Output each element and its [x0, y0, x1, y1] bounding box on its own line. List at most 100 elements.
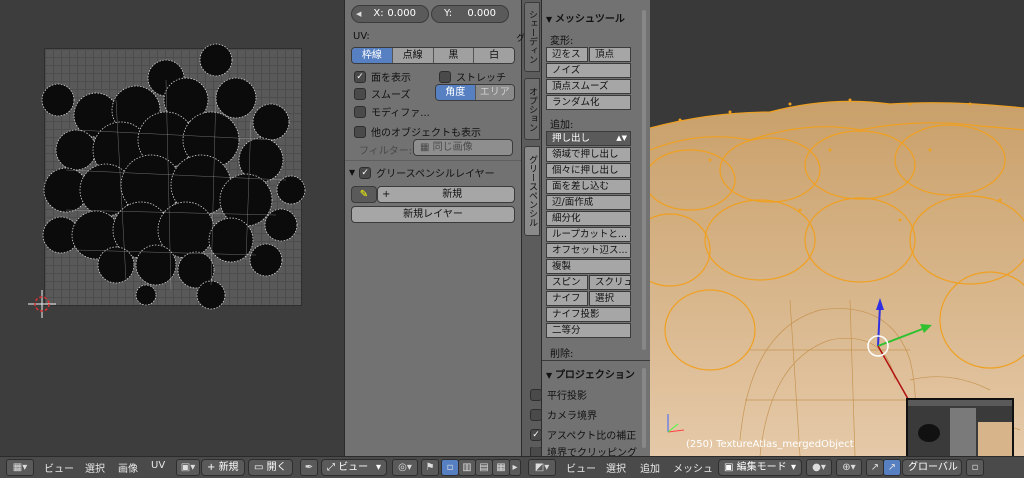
stretch-checkbox[interactable]: ストレッチ: [439, 69, 506, 84]
collapse-arrow-icon: ▼: [546, 371, 555, 380]
stretch-area[interactable]: エリア: [475, 85, 514, 100]
snap-icon[interactable]: ▸: [509, 459, 521, 476]
knife-button[interactable]: ナイフ: [546, 291, 588, 306]
filter-select[interactable]: ▦ 同じ画像: [413, 139, 513, 156]
uv-menu-view[interactable]: ビュー: [44, 460, 74, 475]
checkbox-icon: [354, 125, 366, 138]
layer-icon[interactable]: ▫: [966, 459, 984, 476]
open-image-button[interactable]: ▭ 開く: [248, 459, 293, 476]
stretch-angle[interactable]: 角度: [436, 85, 476, 100]
correct-aspect-checkbox[interactable]: ✓ アスペクト比の補正: [530, 427, 636, 442]
offset-edge-button[interactable]: オフセット辺ス...: [546, 243, 631, 258]
folder-icon: ▭: [254, 462, 267, 473]
editor-type-3d-icon[interactable]: ◩▾: [528, 459, 556, 476]
checkbox-icon: [530, 388, 542, 401]
knife-select-button[interactable]: 選択: [589, 291, 631, 306]
manipulator-toggle-icon[interactable]: ↗: [866, 459, 884, 476]
image-browse-icon[interactable]: ▣▾: [176, 459, 200, 476]
uv-mode-white[interactable]: 白: [474, 48, 514, 63]
extrude-menu[interactable]: 押し出し ▲▼: [546, 131, 631, 146]
stretch-type-selector[interactable]: 角度 エリア: [435, 84, 515, 101]
tab-grease-pencil[interactable]: グリースペンシル: [524, 146, 540, 236]
extrude-individual-button[interactable]: 個々に押し出し: [546, 163, 631, 178]
smooth-vertex-button[interactable]: 頂点スムーズ: [546, 79, 631, 94]
decrement-arrow-icon[interactable]: ◀: [356, 6, 361, 22]
modifier-checkbox[interactable]: モディファ...: [354, 104, 430, 119]
mesh-render[interactable]: [650, 0, 1024, 456]
loop-cut-button[interactable]: ループカットと...: [546, 227, 631, 242]
pin-icon[interactable]: ✒: [300, 459, 318, 476]
pivot-icon[interactable]: ◎▾: [392, 459, 418, 476]
uv-mode-dash[interactable]: 点線: [392, 48, 434, 63]
camera-bounds-label: カメラ境界: [547, 411, 597, 422]
spin-button[interactable]: スピン: [546, 275, 588, 290]
filter-value: 同じ画像: [432, 142, 473, 153]
show-faces-checkbox[interactable]: ✓ 面を表示: [354, 69, 411, 84]
shading-solid-icon[interactable]: ●▾: [806, 459, 832, 476]
editor-type-uv-icon[interactable]: ▦▾: [6, 459, 34, 476]
uv-islands[interactable]: [36, 40, 306, 312]
vp-menu-select[interactable]: 選択: [606, 460, 626, 475]
clip-bounds-checkbox[interactable]: 境界でクリッピング: [530, 447, 637, 456]
inset-faces-button[interactable]: 面を差し込む: [546, 179, 631, 194]
subdivide-button[interactable]: 細分化: [546, 211, 631, 226]
deform-label: 変形:: [550, 36, 574, 47]
grease-pencil-panel-header[interactable]: ▼ ✓ グリースペンシルレイヤー: [349, 165, 495, 180]
new-image-button[interactable]: + 新規: [201, 459, 245, 476]
shelf-scrollbar[interactable]: [642, 10, 646, 350]
extrude-region-button[interactable]: 領域で押し出し: [546, 147, 631, 162]
island-select-icon[interactable]: ▦: [492, 459, 510, 476]
vertex-select-icon[interactable]: ▫: [441, 459, 459, 476]
vp-menu-add[interactable]: 追加: [640, 460, 660, 475]
new-layer-button[interactable]: 新規レイヤー: [351, 206, 515, 223]
vp-menu-mesh[interactable]: メッシュ: [673, 460, 713, 475]
uv-menu-uv[interactable]: UV: [151, 460, 165, 471]
orthographic-checkbox[interactable]: 平行投影: [530, 387, 587, 402]
transform-orientation-select[interactable]: グローバル: [902, 459, 962, 476]
noise-button[interactable]: ノイズ: [546, 63, 631, 78]
bisect-button[interactable]: 二等分: [546, 323, 631, 338]
view-mode-select[interactable]: ⤢ ビュー ▾: [321, 459, 387, 476]
smooth-checkbox[interactable]: スムーズ: [354, 86, 411, 101]
tab-shading[interactable]: シェーディング: [514, 2, 540, 72]
2d-cursor-icon: [28, 290, 56, 318]
tab-options[interactable]: オプション: [524, 78, 540, 140]
other-objects-checkbox[interactable]: 他のオブジェクトも表示: [354, 124, 481, 139]
smooth-label: スムーズ: [371, 90, 411, 101]
camera-bounds-checkbox[interactable]: カメラ境界: [530, 407, 597, 422]
edge-slide-button[interactable]: 辺をス: [546, 47, 588, 62]
plus-icon: +: [382, 189, 391, 200]
pencil-icon[interactable]: ✎: [351, 186, 377, 203]
thumbnail-uv-blob: [918, 424, 940, 442]
uv-editor[interactable]: [0, 0, 344, 456]
3d-viewport[interactable]: [650, 0, 1024, 456]
cursor-y-field[interactable]: Y: 0.000: [431, 5, 509, 23]
object-info-text: (250) TextureAtlas_mergedObject: [686, 439, 854, 450]
interaction-mode-select[interactable]: ▣ 編集モード ▾: [718, 459, 802, 476]
uv-draw-mode-selector[interactable]: 枠線 点線 黒 白: [351, 47, 515, 64]
face-select-icon[interactable]: ▤: [475, 459, 493, 476]
clip-bounds-label: 境界でクリッピング: [547, 448, 637, 456]
pivot-point-icon[interactable]: ⊕▾: [836, 459, 862, 476]
edge-select-icon[interactable]: ▥: [458, 459, 476, 476]
correct-aspect-label: アスペクト比の補正: [547, 431, 637, 442]
uv-menu-select[interactable]: 選択: [85, 460, 105, 475]
collapse-arrow-icon: ▼: [349, 168, 356, 177]
uv-mode-outline[interactable]: 枠線: [352, 48, 393, 63]
cursor-x-field[interactable]: ◀ X: 0.000: [351, 5, 429, 23]
grease-new-button[interactable]: + 新規: [377, 186, 515, 203]
knife-project-button[interactable]: ナイフ投影: [546, 307, 631, 322]
vp-menu-view[interactable]: ビュー: [566, 460, 596, 475]
translate-manipulator-icon[interactable]: ↗: [883, 459, 901, 476]
vertex-slide-button[interactable]: 頂点: [589, 47, 631, 62]
randomize-button[interactable]: ランダム化: [546, 95, 631, 110]
projection-scrollbar[interactable]: [642, 368, 646, 448]
make-edge-face-button[interactable]: 辺/面作成: [546, 195, 631, 210]
projection-header[interactable]: ▼ プロジェクション: [546, 366, 635, 381]
duplicate-button[interactable]: 複製: [546, 259, 631, 274]
uv-mode-black[interactable]: 黒: [433, 48, 475, 63]
mesh-tools-header[interactable]: ▼ メッシュツール: [546, 10, 625, 25]
sticky-select-icon[interactable]: ⚑: [421, 459, 439, 476]
screw-button[interactable]: スクリュ: [589, 275, 631, 290]
uv-menu-image[interactable]: 画像: [118, 460, 138, 475]
